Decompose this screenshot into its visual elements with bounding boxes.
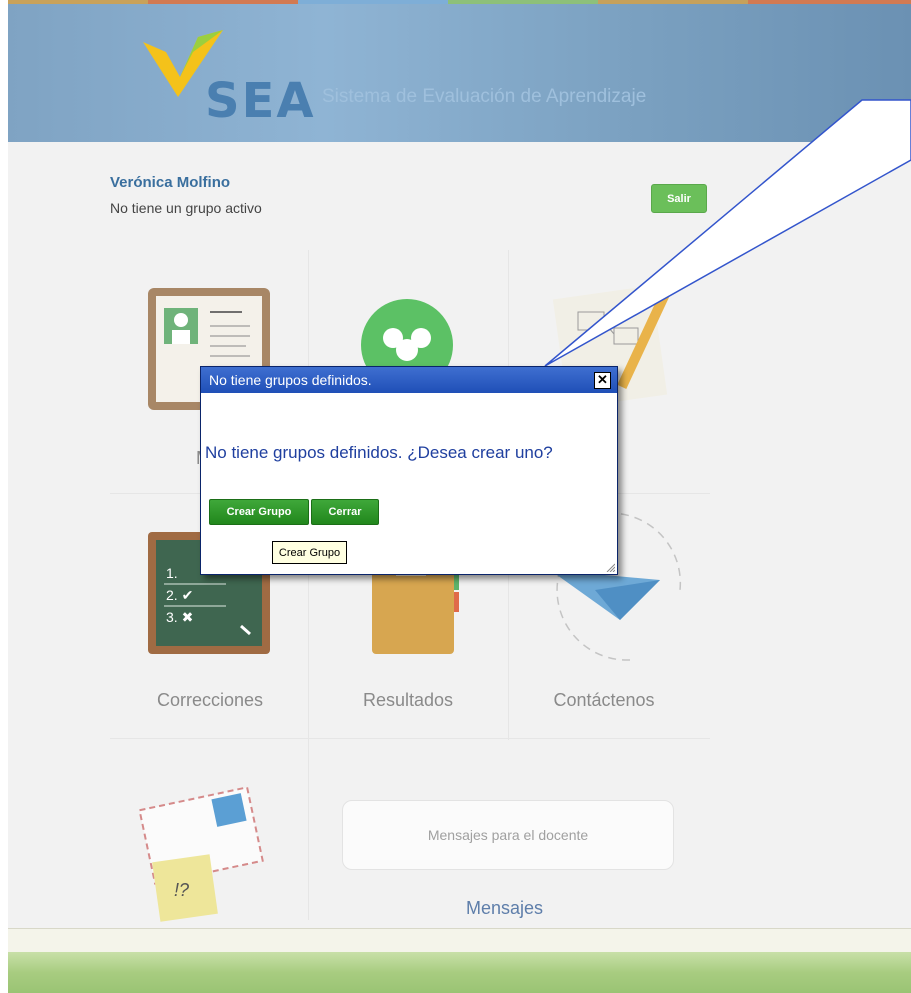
logo-text: SEA bbox=[205, 73, 316, 129]
footer-light bbox=[8, 928, 911, 953]
svg-text:2. ✔: 2. ✔ bbox=[166, 587, 193, 603]
app-subtitle: Sistema de Evaluación de Aprendizaje bbox=[322, 86, 647, 107]
grid-divider bbox=[308, 250, 309, 920]
close-button[interactable]: Cerrar bbox=[311, 499, 379, 525]
dialog-message: No tiene grupos definidos. ¿Desea crear … bbox=[205, 443, 553, 462]
svg-text:1.: 1. bbox=[166, 565, 178, 581]
tile-label: Correcciones bbox=[156, 690, 264, 710]
messages-bubble: Mensajes para el docente bbox=[342, 800, 674, 870]
dialog-title: No tiene grupos definidos. bbox=[209, 372, 372, 388]
svg-text:3. ✖: 3. ✖ bbox=[166, 609, 193, 625]
footer-bar bbox=[8, 952, 911, 993]
tile-label: Resultados bbox=[362, 690, 454, 710]
user-name: Verónica Molfino bbox=[110, 174, 231, 191]
grid-divider bbox=[110, 738, 710, 739]
app-header bbox=[8, 4, 911, 142]
dialog-title-bar: No tiene grupos definidos. ✕ bbox=[201, 367, 617, 393]
close-icon[interactable]: ✕ bbox=[594, 372, 611, 389]
tile-label: Contáctenos bbox=[553, 690, 655, 710]
no-groups-dialog: No tiene grupos definidos. ✕ No tiene gr… bbox=[200, 366, 618, 575]
svg-text:!?: !? bbox=[174, 880, 189, 900]
envelope-note-icon[interactable]: !? bbox=[136, 778, 276, 928]
group-status: No tiene un grupo activo bbox=[110, 200, 262, 216]
messages-label: Mensajes bbox=[466, 898, 544, 918]
resize-grip-icon[interactable] bbox=[605, 562, 615, 572]
logout-button[interactable]: Salir bbox=[651, 184, 707, 213]
create-group-button[interactable]: Crear Grupo bbox=[209, 499, 309, 525]
create-group-tooltip: Crear Grupo bbox=[272, 541, 347, 564]
